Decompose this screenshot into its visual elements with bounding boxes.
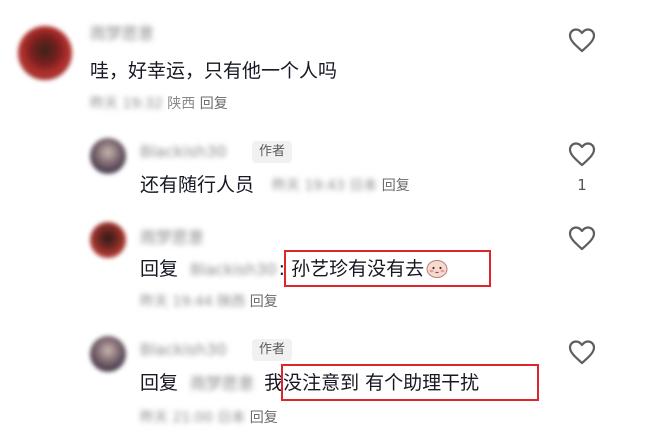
avatar[interactable] — [90, 222, 126, 258]
timestamp: 昨天 19:32 — [90, 96, 163, 112]
avatar[interactable] — [90, 138, 126, 174]
heart-icon[interactable] — [568, 339, 596, 365]
timestamp-location: 昨天 19:44 陕西 — [140, 294, 246, 310]
heart-icon[interactable] — [568, 225, 596, 251]
mention-username[interactable]: Blackish30 — [190, 257, 277, 283]
author-badge: 作者 — [252, 141, 293, 163]
username[interactable]: 雨梦愿意 — [90, 20, 154, 44]
location: 陕西 — [167, 96, 196, 112]
reply-button[interactable]: 回复 — [250, 410, 278, 426]
avatar[interactable] — [90, 336, 126, 372]
avatar[interactable] — [18, 26, 72, 80]
username[interactable]: Blackish30 — [140, 142, 227, 161]
heart-icon[interactable] — [568, 141, 596, 167]
comment-meta: 昨天 21:00 日本 回复 — [140, 408, 278, 428]
username[interactable]: Blackish30 — [140, 340, 227, 359]
timestamp-location: 昨天 19:43 日本 — [272, 178, 378, 194]
comment-meta: 昨天 19:44 陕西 回复 — [140, 292, 278, 312]
timestamp-location: 昨天 21:00 日本 — [140, 410, 246, 426]
mention-username[interactable]: 雨梦愿意 — [190, 371, 254, 397]
comment-text: 哇，好幸运，只有他一个人吗 — [90, 60, 338, 82]
comment-meta: 昨天 19:32 陕西 回复 — [90, 94, 228, 114]
reply-button[interactable]: 回复 — [382, 178, 410, 194]
like-count: 1 — [577, 176, 587, 194]
comment-thread: 雨梦愿意 哇，好幸运，只有他一个人吗 昨天 19:32 陕西 回复 Blacki… — [0, 0, 660, 446]
comment-text: 还有随行人员 — [140, 174, 255, 196]
reply-prefix: 回复 — [140, 372, 179, 394]
highlight-box — [284, 250, 491, 287]
reply-button[interactable]: 回复 — [250, 294, 278, 310]
heart-icon[interactable] — [568, 27, 596, 53]
username[interactable]: 雨梦愿意 — [140, 224, 204, 248]
reply-button[interactable]: 回复 — [200, 96, 228, 112]
highlight-box — [281, 364, 539, 401]
comment-meta: 昨天 19:43 日本 回复 — [272, 176, 410, 196]
reply-prefix: 回复 — [140, 258, 179, 280]
author-badge: 作者 — [252, 339, 293, 361]
